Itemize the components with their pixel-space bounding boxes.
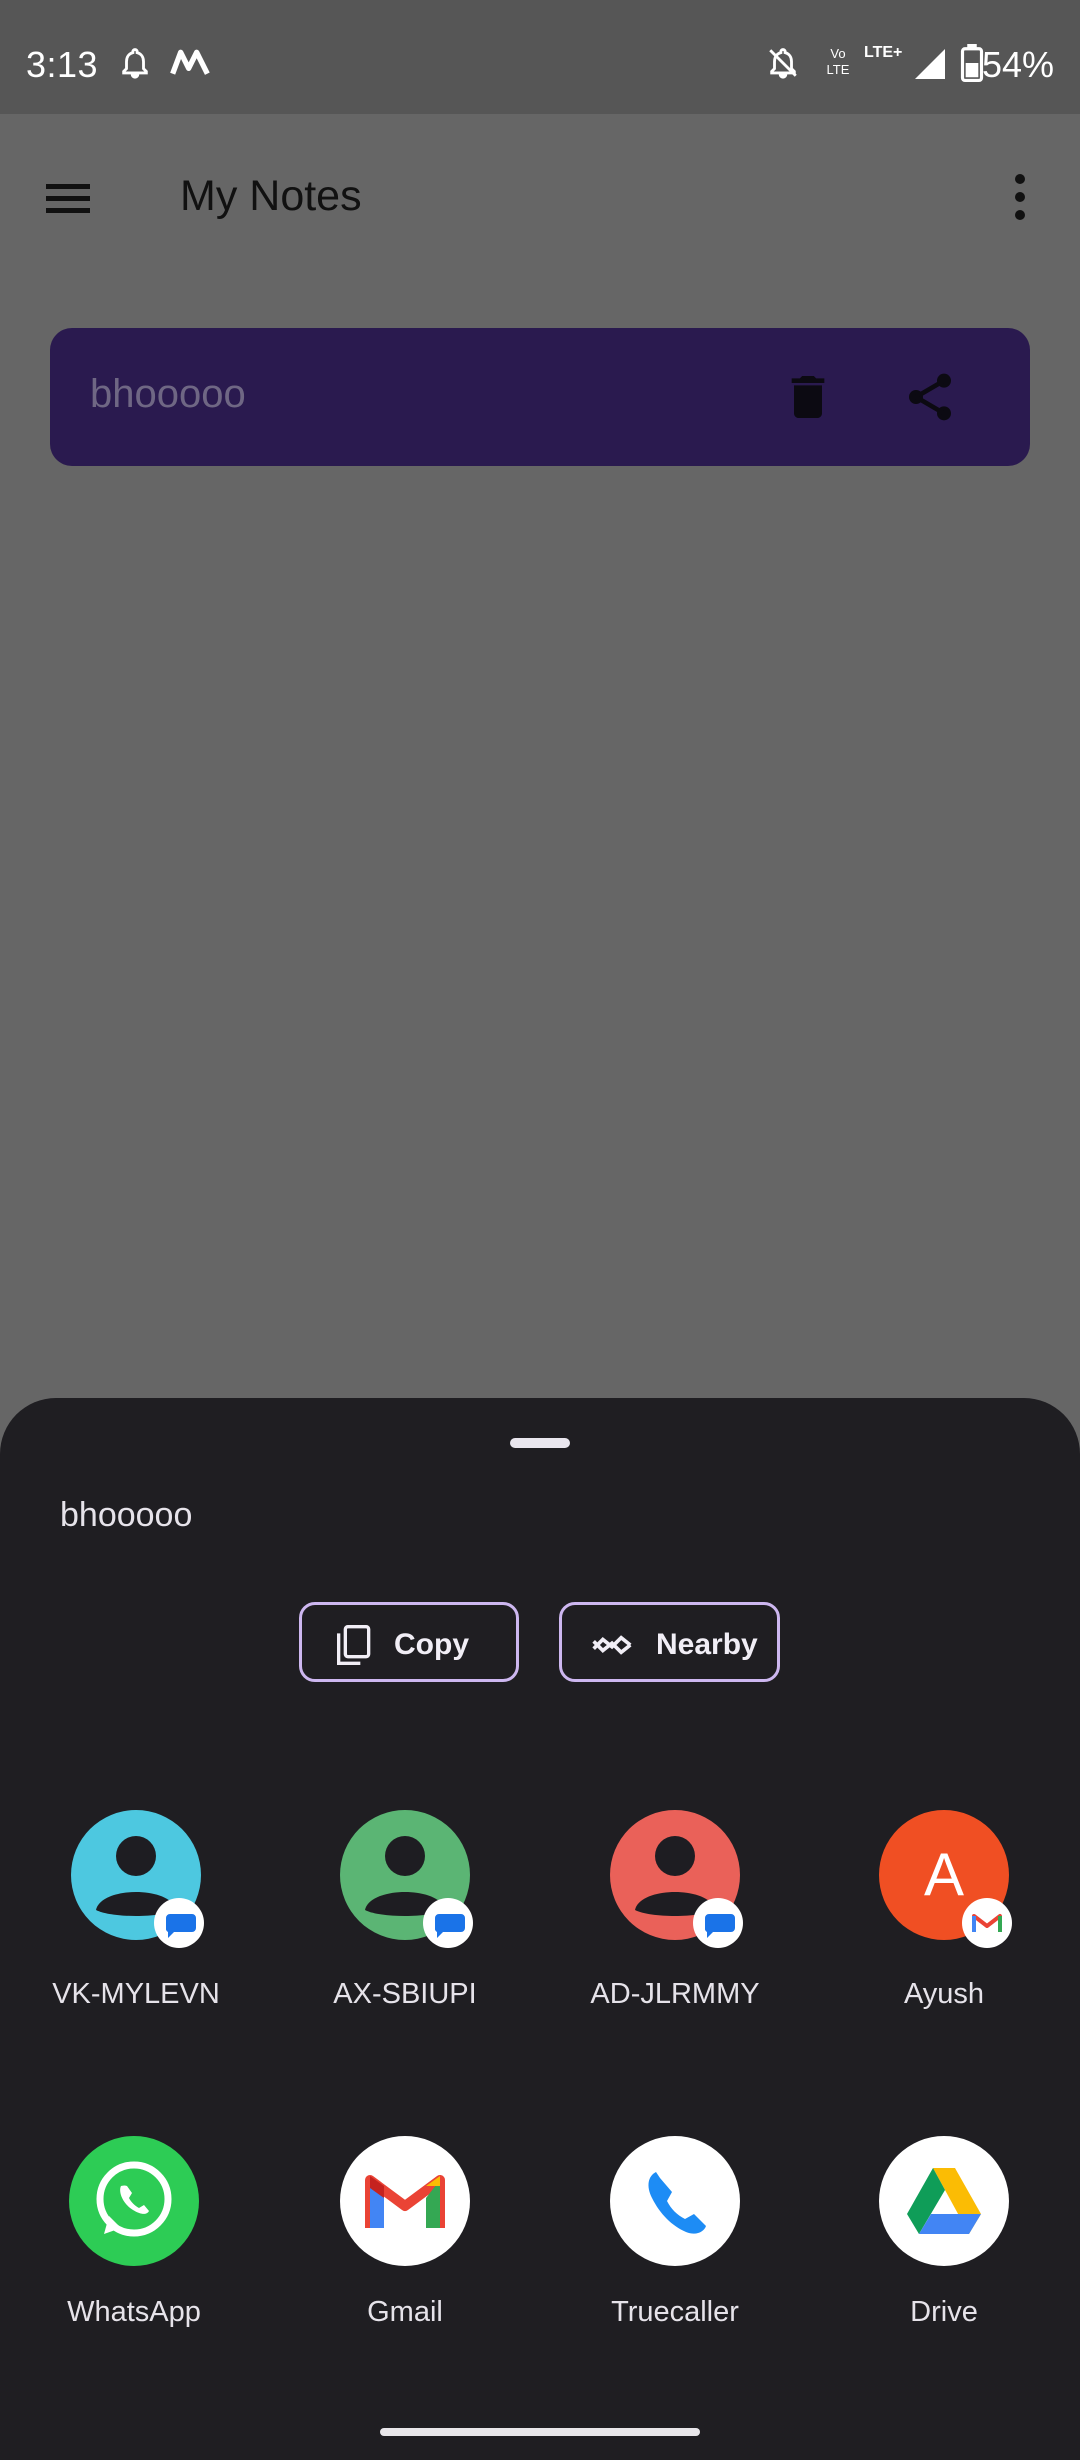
direct-target-ax-sbiupi[interactable]: AX-SBIUPI — [285, 1810, 525, 2010]
share-sheet: bhooooo Copy Nearby VK-MYLEVN AX-SBIUPI … — [0, 1398, 1080, 2460]
app-label: Drive — [910, 2296, 978, 2328]
app-target-truecaller[interactable]: Truecaller — [555, 2136, 795, 2336]
nearby-label: Nearby — [656, 1628, 758, 1661]
battery-percentage: 54% — [981, 44, 1054, 85]
copy-icon — [337, 1624, 371, 1665]
m-app-icon — [170, 49, 210, 75]
gesture-navigation-bar[interactable] — [380, 2428, 700, 2436]
messages-icon — [423, 1898, 473, 1948]
status-time: 3:13 — [26, 44, 99, 85]
app-label: Truecaller — [611, 2296, 739, 2328]
target-label: VK-MYLEVN — [52, 1978, 220, 2010]
messages-icon — [154, 1898, 204, 1948]
note-text: bhooooo — [90, 372, 246, 416]
bell-icon — [122, 48, 148, 79]
status-bar: 3:13 Vo LTE LTE+ 54% — [0, 0, 1080, 114]
app-label: Gmail — [367, 2296, 443, 2328]
volte-icon: Vo LTE — [826, 46, 850, 77]
app-target-gmail[interactable]: Gmail — [285, 2136, 525, 2336]
target-label: AX-SBIUPI — [333, 1978, 477, 2010]
copy-button[interactable]: Copy — [299, 1602, 519, 1682]
signal-icon — [915, 49, 945, 79]
battery-icon — [960, 44, 984, 82]
drag-handle[interactable] — [510, 1438, 570, 1448]
share-preview-text: bhooooo — [60, 1496, 193, 1534]
whatsapp-icon — [69, 2136, 199, 2266]
app-label: WhatsApp — [67, 2296, 201, 2328]
target-label: Ayush — [903, 1978, 985, 2010]
share-icon[interactable] — [902, 368, 958, 426]
gmail-icon — [962, 1898, 1012, 1948]
target-label: AD-JLRMMY — [590, 1978, 760, 2010]
google-drive-icon — [879, 2136, 1009, 2266]
trash-icon[interactable] — [780, 368, 836, 426]
app-target-drive[interactable]: Drive — [824, 2136, 1064, 2336]
lte-icon: LTE+ — [864, 44, 903, 61]
truecaller-icon — [610, 2136, 740, 2266]
nearby-button[interactable]: Nearby — [559, 1602, 780, 1682]
gmail-icon — [340, 2136, 470, 2266]
nearby-share-icon — [592, 1635, 632, 1655]
app-bar: My Notes — [0, 114, 1080, 282]
more-vert-icon[interactable] — [1000, 164, 1040, 230]
app-target-whatsapp[interactable]: WhatsApp — [14, 2136, 254, 2336]
direct-target-ayush[interactable]: A Ayush — [824, 1810, 1064, 2010]
copy-label: Copy — [394, 1628, 469, 1661]
hamburger-menu-icon[interactable] — [36, 166, 104, 230]
notifications-off-icon — [769, 48, 797, 79]
messages-icon — [693, 1898, 743, 1948]
page-title: My Notes — [180, 172, 362, 220]
note-card[interactable]: bhooooo — [50, 328, 1030, 466]
direct-target-vk-mylevn[interactable]: VK-MYLEVN — [16, 1810, 256, 2010]
direct-target-ad-jlrmmy[interactable]: AD-JLRMMY — [555, 1810, 795, 2010]
